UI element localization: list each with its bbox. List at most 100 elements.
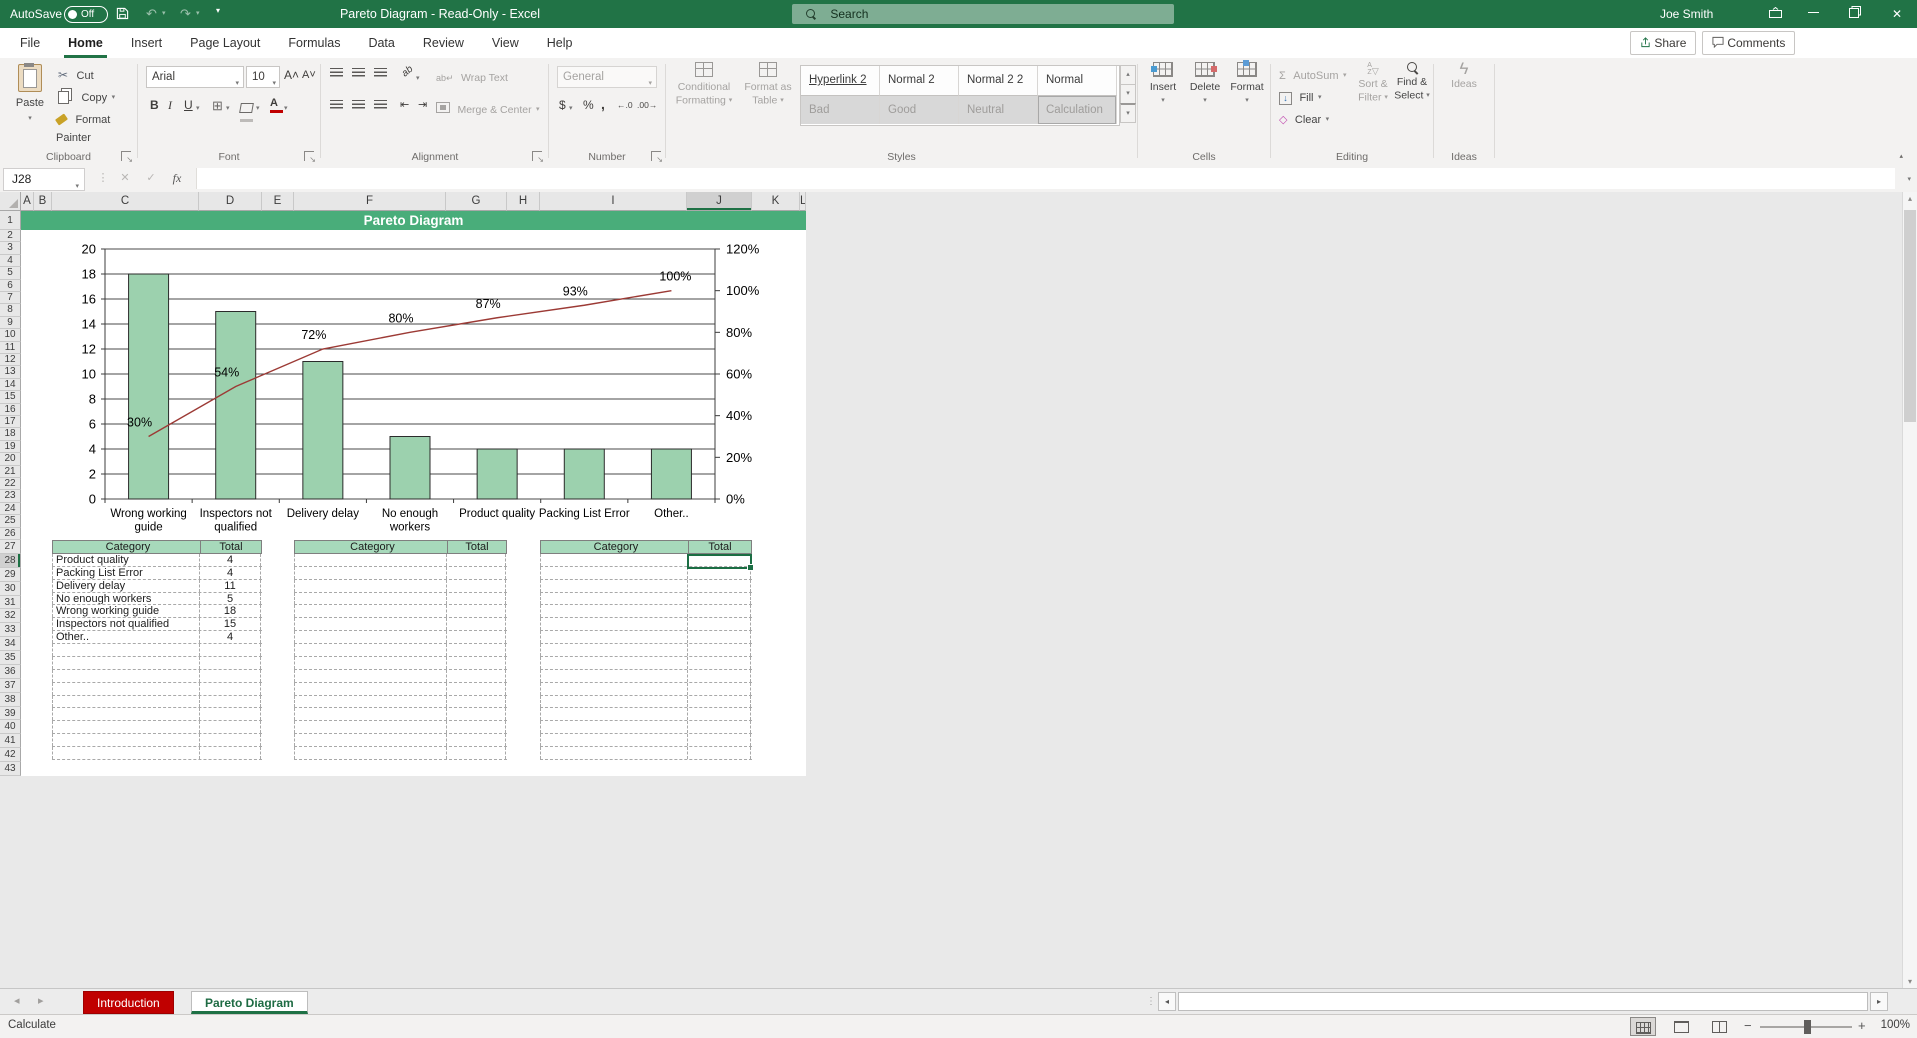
cell-empty[interactable] xyxy=(687,605,751,617)
cell-empty[interactable] xyxy=(446,644,506,656)
cell-empty[interactable] xyxy=(199,657,261,669)
clipboard-dialog-launcher[interactable] xyxy=(121,151,131,161)
cell-empty[interactable] xyxy=(687,593,751,605)
fill-color-dropdown-icon[interactable]: ▾ xyxy=(256,104,260,112)
decrease-font-icon[interactable]: A˅ xyxy=(302,69,316,81)
orientation-dropdown-icon[interactable]: ▾ xyxy=(416,74,420,82)
table-row[interactable] xyxy=(52,747,262,760)
bar-inspectors-not-qualified[interactable] xyxy=(216,312,256,500)
cell-empty[interactable] xyxy=(294,631,446,643)
cut-button[interactable]: ✂ Cut xyxy=(58,66,94,84)
decrease-indent-icon[interactable]: ⇤ xyxy=(400,98,409,111)
close-button[interactable]: ✕ xyxy=(1880,0,1914,28)
table-row[interactable] xyxy=(294,683,507,696)
cell-empty[interactable] xyxy=(446,593,506,605)
table-row[interactable] xyxy=(294,580,507,593)
confirm-entry-icon[interactable]: ✓ xyxy=(140,168,162,189)
cell-empty[interactable] xyxy=(540,618,687,630)
cell-empty[interactable] xyxy=(294,644,446,656)
column-header-K[interactable]: K xyxy=(752,192,800,211)
ribbon-tab-formulas[interactable]: Formulas xyxy=(274,28,354,58)
pareto-chart[interactable]: 024681012141618200%20%40%60%80%100%120%3… xyxy=(60,236,770,536)
cell-total-other[interactable]: 4 xyxy=(199,631,261,643)
style-bad[interactable]: Bad xyxy=(801,95,880,124)
alignment-dialog-launcher[interactable] xyxy=(532,151,542,161)
row-header-25[interactable]: 25 xyxy=(0,515,21,527)
row-header-9[interactable]: 9 xyxy=(0,317,21,329)
column-header-I[interactable]: I xyxy=(540,192,687,211)
cell-empty[interactable] xyxy=(540,670,687,682)
minimize-button[interactable] xyxy=(1796,0,1830,28)
hscroll-left-icon[interactable]: ◂ xyxy=(1158,992,1176,1011)
row-header-27[interactable]: 27 xyxy=(0,540,21,554)
column-header-L[interactable]: L xyxy=(800,192,806,211)
cell-empty[interactable] xyxy=(540,734,687,746)
bar-delivery-delay[interactable] xyxy=(303,362,343,500)
row-header-40[interactable]: 40 xyxy=(0,720,21,734)
row-header-26[interactable]: 26 xyxy=(0,528,21,540)
table-row[interactable] xyxy=(540,670,752,683)
table-row[interactable] xyxy=(540,721,752,734)
bold-button[interactable]: B xyxy=(150,98,159,112)
underline-dropdown-icon[interactable]: ▾ xyxy=(196,104,200,112)
cell-total-no-enough-workers[interactable]: 5 xyxy=(199,593,261,605)
cancel-entry-icon[interactable]: ✕ xyxy=(114,168,136,189)
formula-input[interactable] xyxy=(196,168,1895,189)
cell-empty[interactable] xyxy=(294,605,446,617)
bar-packing-list-error[interactable] xyxy=(564,449,604,499)
avatar[interactable] xyxy=(1727,3,1749,25)
sheet-tab-pareto-diagram[interactable]: Pareto Diagram xyxy=(191,991,308,1014)
name-box[interactable]: J28 ▾ xyxy=(3,168,85,191)
sheet-tab-introduction[interactable]: Introduction xyxy=(83,991,174,1014)
italic-button[interactable]: I xyxy=(168,98,172,113)
cell-total-delivery-delay[interactable]: 11 xyxy=(199,580,261,592)
cell-empty[interactable] xyxy=(540,708,687,720)
table-row[interactable] xyxy=(294,708,507,721)
bar-wrong-working-guide[interactable] xyxy=(129,274,169,499)
table-row[interactable] xyxy=(52,734,262,747)
autosave-toggle[interactable]: Off xyxy=(64,6,108,23)
ribbon-tab-view[interactable]: View xyxy=(478,28,533,58)
style-normal-2-2[interactable]: Normal 2 2 xyxy=(959,66,1038,95)
cell-empty[interactable] xyxy=(687,696,751,708)
cell-empty[interactable] xyxy=(52,683,199,695)
cell-empty[interactable] xyxy=(540,631,687,643)
font-color-icon[interactable]: A xyxy=(270,97,283,113)
cell-category-delivery-delay[interactable]: Delivery delay xyxy=(52,580,199,592)
format-painter-button[interactable]: Format Painter xyxy=(56,110,137,146)
vertical-scrollbar[interactable]: ▴ ▾ xyxy=(1902,192,1917,988)
row-header-3[interactable]: 3 xyxy=(0,242,21,254)
row-header-23[interactable]: 23 xyxy=(0,490,21,502)
share-button[interactable]: Share xyxy=(1630,31,1696,55)
save-icon[interactable] xyxy=(116,7,129,21)
bar-no-enough-workers[interactable] xyxy=(390,437,430,500)
cell-empty[interactable] xyxy=(446,554,506,566)
table-row[interactable] xyxy=(540,683,752,696)
formula-bar-splitter[interactable]: ⋮ xyxy=(92,168,114,189)
cell-empty[interactable] xyxy=(52,747,199,759)
column-header-G[interactable]: G xyxy=(446,192,507,211)
row-header-12[interactable]: 12 xyxy=(0,354,21,366)
borders-dropdown-icon[interactable]: ▾ xyxy=(226,104,230,112)
comments-button[interactable]: Comments xyxy=(1702,31,1795,55)
increase-font-icon[interactable]: A˄ xyxy=(284,68,299,82)
table-row[interactable]: Delivery delay11 xyxy=(52,580,262,593)
insert-function-icon[interactable]: fx xyxy=(166,168,188,189)
undo-icon[interactable]: ↶ xyxy=(146,0,157,28)
table-row[interactable] xyxy=(294,670,507,683)
font-dialog-launcher[interactable] xyxy=(304,151,314,161)
cell-empty[interactable] xyxy=(687,708,751,720)
fill-button[interactable]: ↓ Fill ▾ xyxy=(1279,88,1321,106)
column-header-E[interactable]: E xyxy=(262,192,294,211)
clear-button[interactable]: ◇ Clear ▾ xyxy=(1279,110,1329,128)
cell-empty[interactable] xyxy=(199,708,261,720)
align-middle-icon[interactable] xyxy=(352,68,365,79)
cell-empty[interactable] xyxy=(199,683,261,695)
cell-empty[interactable] xyxy=(199,670,261,682)
number-format-select[interactable]: General ▾ xyxy=(557,66,657,88)
font-name-select[interactable]: Arial ▾ xyxy=(146,66,244,88)
style-normal-2[interactable]: Normal 2 xyxy=(880,66,959,95)
table-row[interactable]: Packing List Error4 xyxy=(52,567,262,580)
table-row[interactable] xyxy=(52,644,262,657)
table-row[interactable] xyxy=(540,696,752,709)
